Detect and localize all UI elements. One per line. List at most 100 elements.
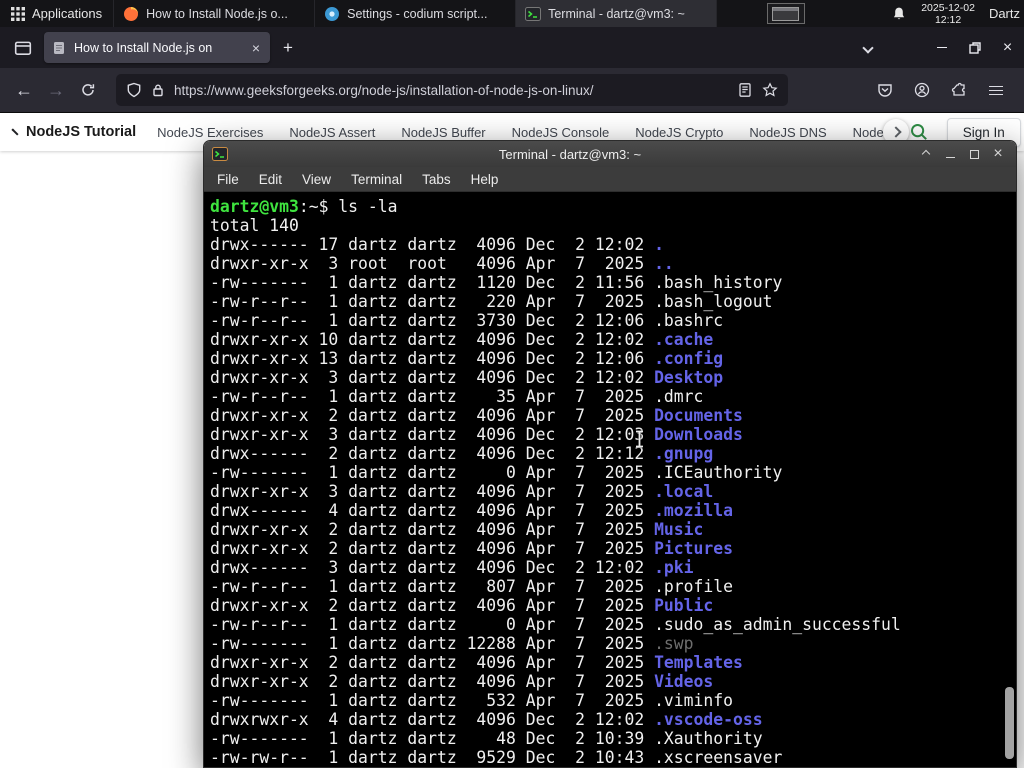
forward-button[interactable]: → (40, 74, 72, 106)
url-bar[interactable]: https://www.geeksforgeeks.org/node-js/in… (116, 74, 788, 106)
site-nav-title[interactable]: NodeJS Tutorial (26, 124, 136, 140)
terminal-close-button[interactable]: × (988, 144, 1008, 164)
menu-edit[interactable]: Edit (249, 167, 292, 192)
terminal-window-title: Terminal - dartz@vm3: ~ (498, 146, 642, 162)
site-nav-item[interactable]: NodeJS Console (512, 125, 610, 140)
terminal-line: -rw------- 1 dartz dartz 532 Apr 7 2025 … (210, 691, 734, 710)
workspace-window-preview (772, 7, 800, 21)
app-menu-button[interactable] (982, 76, 1010, 104)
extensions-button[interactable] (945, 76, 973, 104)
bookmark-star-icon[interactable] (762, 82, 778, 98)
terminal-line: drwxr-xr-x 2 dartz dartz 4096 Apr 7 2025… (210, 596, 714, 615)
puzzle-icon (951, 82, 965, 96)
terminal-line: -rw-rw-r-- 1 dartz dartz 9529 Dec 2 10:4… (210, 748, 783, 767)
tab-title: How to Install Node.js on (74, 40, 213, 55)
menu-file[interactable]: File (207, 167, 249, 192)
taskbar-item-browser[interactable]: How to Install Node.js o... (114, 0, 316, 27)
reload-icon (82, 84, 95, 96)
top-panel: Applications How to Install Node.js o...… (0, 0, 1024, 27)
minimize-icon (936, 47, 947, 48)
taskbar-item-settings[interactable]: Settings - codium script... (315, 0, 517, 27)
firefox-view-icon (14, 41, 32, 55)
browser-tab[interactable]: How to Install Node.js on × (44, 32, 270, 63)
reader-mode-icon[interactable] (737, 82, 753, 98)
terminal-maximize-button[interactable] (964, 144, 984, 164)
taskbar-item-terminal[interactable]: Terminal - dartz@vm3: ~ (516, 0, 718, 27)
account-person-icon (914, 82, 930, 98)
tab-close-button[interactable]: × (250, 40, 262, 56)
restore-icon (968, 41, 981, 54)
terminal-line: drwx------ 2 dartz dartz 4096 Dec 2 12:1… (210, 444, 714, 463)
list-all-tabs-button[interactable] (853, 33, 883, 63)
terminal-line: drwxr-xr-x 3 dartz dartz 4096 Dec 2 12:0… (210, 425, 743, 444)
tracking-shield-icon[interactable] (126, 82, 142, 98)
browser-tab-bar: How to Install Node.js on × + × (0, 27, 1024, 68)
terminal-line: drwxr-xr-x 10 dartz dartz 4096 Dec 2 12:… (210, 330, 714, 349)
firefox-view-button[interactable] (8, 33, 38, 63)
menu-help[interactable]: Help (461, 167, 509, 192)
terminal-line: total 140 (210, 216, 299, 235)
terminal-line: -rw-r--r-- 1 dartz dartz 220 Apr 7 2025 … (210, 292, 773, 311)
terminal-output[interactable]: dartz@vm3:~$ ls -la total 140 drwx------ 1… (204, 192, 1016, 767)
terminal-line: drwx------ 3 dartz dartz 4096 Dec 2 12:0… (210, 558, 694, 577)
window-minimize-button[interactable] (925, 33, 958, 63)
site-nav-item[interactable]: Node (853, 125, 884, 140)
menu-tabs[interactable]: Tabs (412, 167, 461, 192)
url-text[interactable]: https://www.geeksforgeeks.org/node-js/in… (174, 83, 728, 98)
back-button[interactable]: ← (8, 74, 40, 106)
terminal-line: dartz@vm3:~$ ls -la (210, 197, 398, 216)
desktop: Applications How to Install Node.js o...… (0, 0, 1024, 768)
workspace-switcher[interactable] (767, 3, 806, 24)
notification-bell-icon[interactable] (891, 6, 907, 22)
terminal-line: drwx------ 17 dartz dartz 4096 Dec 2 12:… (210, 235, 664, 254)
new-tab-button[interactable]: + (274, 34, 302, 62)
hamburger-icon (989, 85, 1003, 95)
chevron-left-icon[interactable] (11, 128, 19, 136)
terminal-menubar: File Edit View Terminal Tabs Help (204, 167, 1016, 192)
terminal-shade-button[interactable] (916, 144, 936, 164)
panel-user-menu[interactable]: Dartz (989, 6, 1020, 21)
terminal-line: -rw-r--r-- 1 dartz dartz 807 Apr 7 2025 … (210, 577, 734, 596)
search-icon[interactable] (909, 122, 929, 142)
window-close-button[interactable]: × (991, 33, 1024, 63)
close-icon: × (1002, 38, 1013, 56)
chevron-right-icon (890, 126, 902, 138)
chevron-up-icon (921, 149, 931, 159)
terminal-line: -rw------- 1 dartz dartz 1120 Dec 2 11:5… (210, 273, 783, 292)
terminal-line: drwxr-xr-x 2 dartz dartz 4096 Apr 7 2025… (210, 520, 704, 539)
terminal-line: -rw-r--r-- 1 dartz dartz 0 Apr 7 2025 .s… (210, 615, 901, 634)
terminal-line: -rw-r--r-- 1 dartz dartz 3730 Dec 2 12:0… (210, 311, 724, 330)
reload-button[interactable] (72, 74, 104, 106)
terminal-line: drwxr-xr-x 2 dartz dartz 4096 Apr 7 2025… (210, 653, 743, 672)
minimize-icon (945, 156, 955, 158)
terminal-line: drwxr-xr-x 2 dartz dartz 4096 Apr 7 2025… (210, 672, 714, 691)
site-nav-item[interactable]: NodeJS Exercises (157, 125, 263, 140)
lock-icon[interactable] (151, 83, 165, 97)
terminal-minimize-button[interactable] (940, 144, 960, 164)
terminal-line: -rw------- 1 dartz dartz 12288 Apr 7 202… (210, 634, 694, 653)
terminal-line: drwxr-xr-x 3 dartz dartz 4096 Apr 7 2025… (210, 482, 714, 501)
site-nav-item[interactable]: NodeJS Buffer (401, 125, 485, 140)
panel-clock[interactable]: 2025-12-02 12:12 (921, 2, 975, 26)
account-button[interactable] (908, 76, 936, 104)
taskbar-item-title: Terminal - dartz@vm3: ~ (548, 6, 685, 21)
terminal-icon (525, 6, 542, 21)
toolbar-extension-area (871, 76, 1016, 104)
terminal-line: -rw-r--r-- 1 dartz dartz 35 Apr 7 2025 .… (210, 387, 704, 406)
menu-view[interactable]: View (292, 167, 341, 192)
terminal-line: drwxr-xr-x 2 dartz dartz 4096 Apr 7 2025… (210, 406, 743, 425)
terminal-line: -rw------- 1 dartz dartz 0 Apr 7 2025 .I… (210, 463, 783, 482)
taskbar-item-title: How to Install Node.js o... (146, 6, 288, 21)
tabbar-right-controls: × (853, 33, 1024, 63)
site-nav-item[interactable]: NodeJS DNS (749, 125, 826, 140)
terminal-line: drwx------ 4 dartz dartz 4096 Apr 7 2025… (210, 501, 734, 520)
terminal-scrollbar-thumb[interactable] (1005, 687, 1014, 759)
window-restore-button[interactable] (958, 33, 991, 63)
applications-menu[interactable]: Applications (0, 0, 115, 27)
save-to-pocket-button[interactable] (871, 76, 899, 104)
maximize-icon (969, 149, 979, 159)
site-nav-item[interactable]: NodeJS Crypto (635, 125, 723, 140)
menu-terminal[interactable]: Terminal (341, 167, 412, 192)
site-nav-item[interactable]: NodeJS Assert (289, 125, 375, 140)
terminal-titlebar[interactable]: Terminal - dartz@vm3: ~ × (204, 141, 1016, 167)
